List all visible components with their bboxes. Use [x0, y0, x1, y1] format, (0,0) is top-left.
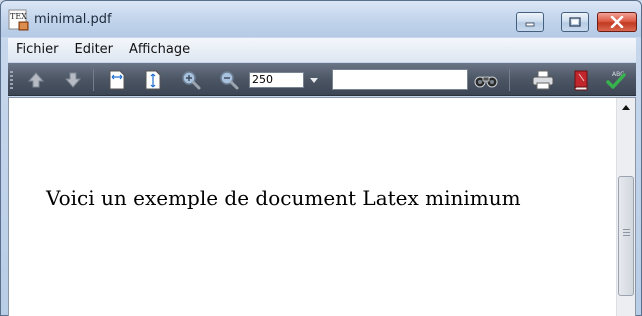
arrow-down-icon: [64, 72, 82, 88]
vertical-scrollbar[interactable]: [616, 98, 635, 316]
menu-affichage[interactable]: Affichage: [121, 38, 198, 62]
zoom-level-input[interactable]: 250: [249, 72, 304, 88]
toolbar: 250 ABC: [8, 63, 636, 96]
toolbar-separator: [509, 69, 510, 91]
title-bar[interactable]: TEX minimal.pdf: [1, 1, 641, 37]
maximize-icon: [569, 17, 581, 27]
tex-icon: TEX: [8, 9, 30, 31]
toolbar-grip[interactable]: [10, 71, 13, 89]
zoom-out-icon: [220, 71, 239, 90]
previous-page-button[interactable]: [24, 68, 48, 92]
menu-fichier[interactable]: Fichier: [8, 38, 67, 62]
search-input[interactable]: [332, 69, 468, 90]
fit-width-icon: [109, 70, 125, 90]
print-icon: [532, 70, 554, 90]
book-icon: [574, 70, 588, 91]
zoom-in-icon: [182, 71, 201, 90]
toolbar-separator: [93, 69, 94, 91]
fit-width-button[interactable]: [105, 68, 129, 92]
svg-text:TEX: TEX: [10, 12, 27, 21]
scrollbar-thumb[interactable]: [618, 176, 634, 296]
book-button[interactable]: [569, 68, 593, 92]
find-button[interactable]: [473, 68, 499, 92]
document-text: Voici un exemple de document Latex minim…: [46, 186, 521, 210]
thumb-grip-icon: [623, 229, 630, 237]
menu-bar: Fichier Editer Affichage: [8, 38, 636, 62]
zoom-dropdown-button[interactable]: [307, 72, 321, 88]
chevron-up-icon: [622, 104, 630, 110]
chevron-down-icon: [310, 77, 318, 83]
menu-editer[interactable]: Editer: [67, 38, 122, 62]
minimize-icon: [525, 22, 535, 27]
spellcheck-icon: ABC: [606, 71, 626, 89]
minimize-button[interactable]: [516, 12, 544, 32]
zoom-in-button[interactable]: [179, 68, 203, 92]
fit-height-button[interactable]: [141, 68, 165, 92]
fit-height-icon: [145, 70, 161, 90]
application-window: TEX minimal.pdf Fichier Editer Affichage…: [0, 0, 642, 316]
zoom-out-button[interactable]: [217, 68, 241, 92]
arrow-up-icon: [27, 72, 45, 88]
spellcheck-button[interactable]: ABC: [604, 68, 628, 92]
next-page-button[interactable]: [61, 68, 85, 92]
find-binoculars-icon: [474, 76, 498, 88]
document-viewer[interactable]: Voici un exemple de document Latex minim…: [8, 97, 636, 316]
print-button[interactable]: [531, 68, 555, 92]
maximize-button[interactable]: [561, 12, 589, 32]
close-button[interactable]: [597, 12, 637, 32]
close-icon: [610, 16, 624, 28]
scroll-up-button[interactable]: [619, 100, 633, 114]
window-title: minimal.pdf: [34, 12, 112, 27]
